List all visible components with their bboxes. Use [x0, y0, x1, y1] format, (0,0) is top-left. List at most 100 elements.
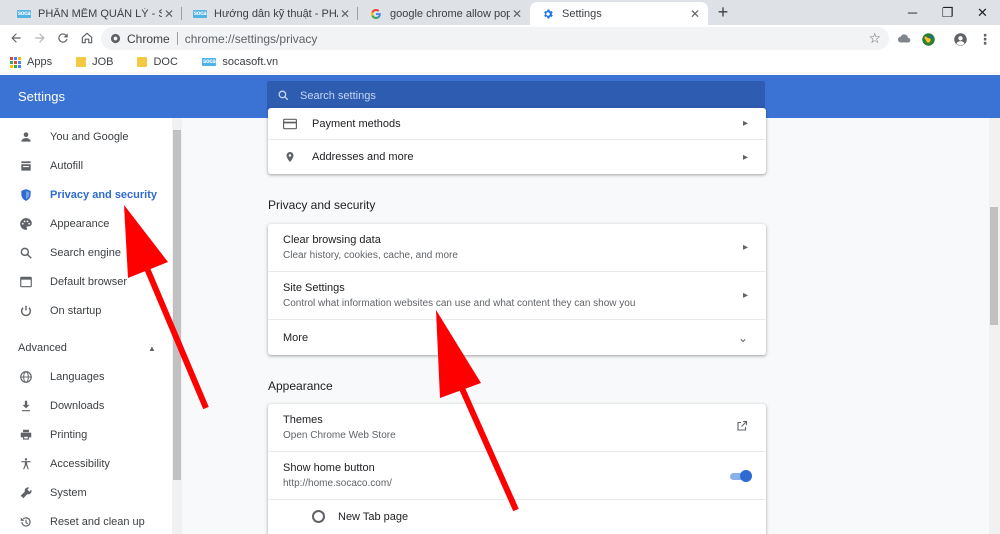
apps-grid-icon: [10, 56, 21, 68]
sidebar-advanced-toggle[interactable]: Advanced: [18, 342, 67, 354]
sidebar-item-reset-and-clean-up[interactable]: Reset and clean up: [0, 507, 170, 534]
close-window-button[interactable]: ✕: [965, 0, 1000, 25]
tab-huong-dan[interactable]: soca Hướng dẫn kỹ thuật - PHẦN MỀM ✕: [182, 2, 358, 25]
main-scrollbar-thumb[interactable]: [990, 207, 998, 325]
sidebar-item-autofill[interactable]: Autofill: [0, 151, 170, 180]
person-icon: [18, 129, 34, 145]
sidebar-item-privacy-and-security[interactable]: Privacy and security: [0, 180, 170, 209]
payment-methods-row[interactable]: Payment methods ▸: [268, 108, 766, 139]
reload-button[interactable]: [53, 28, 73, 48]
appearance-card: Themes Open Chrome Web Store Show home b…: [268, 404, 766, 534]
sidebar-item-label: System: [50, 486, 87, 499]
chevron-up-icon[interactable]: ▲: [148, 344, 156, 353]
sidebar-item-search-engine[interactable]: Search engine: [0, 238, 170, 267]
home-button[interactable]: [77, 28, 97, 48]
row-label: Themes: [283, 414, 323, 426]
minimize-button[interactable]: ─: [895, 0, 930, 25]
search-placeholder: Search settings: [300, 89, 376, 102]
tab-title: google chrome allow pop ups - G: [390, 7, 510, 20]
maximize-button[interactable]: ❐: [930, 0, 965, 25]
appearance-section-title: Appearance: [268, 379, 333, 393]
sidebar-item-label: Accessibility: [50, 457, 110, 470]
sidebar-item-label: You and Google: [50, 130, 129, 143]
sidebar-item-you-and-google[interactable]: You and Google: [0, 122, 170, 151]
credit-card-icon: [283, 118, 297, 130]
settings-sidebar: You and Google Autofill Privacy and secu…: [0, 118, 182, 534]
sidebar-scrollbar-thumb[interactable]: [173, 130, 181, 480]
folder-icon: [137, 57, 148, 67]
bookmark-label: socasoft.vn: [222, 56, 279, 68]
palette-icon: [18, 216, 34, 232]
close-icon[interactable]: ✕: [688, 7, 702, 21]
privacy-section-title: Privacy and security: [268, 198, 376, 212]
chevron-down-icon[interactable]: ⌄: [738, 331, 748, 345]
back-arrow-icon: [11, 33, 21, 43]
forward-button[interactable]: [30, 28, 50, 48]
more-row[interactable]: More ⌄: [268, 319, 766, 355]
menu-kebab-icon[interactable]: ⋮: [976, 30, 994, 48]
close-icon[interactable]: ✕: [162, 7, 176, 21]
bookmarks-bar: Apps JOB DOC soca socasoft.vn: [0, 52, 1000, 72]
globe-extension-icon[interactable]: [919, 30, 937, 48]
row-label: Payment methods: [312, 117, 401, 130]
sidebar-item-languages[interactable]: Languages: [0, 362, 170, 391]
url-text[interactable]: chrome://settings/privacy: [185, 32, 318, 46]
sidebar-item-label: Reset and clean up: [50, 515, 145, 528]
security-chip[interactable]: Chrome: [127, 32, 170, 46]
reload-icon: [58, 33, 68, 43]
close-icon[interactable]: ✕: [510, 7, 524, 21]
close-icon[interactable]: ✕: [338, 7, 352, 21]
tab-google-search[interactable]: google chrome allow pop ups - G ✕: [358, 2, 530, 25]
sidebar-item-appearance[interactable]: Appearance: [0, 209, 170, 238]
sidebar-item-system[interactable]: System: [0, 478, 170, 507]
sidebar-item-label: Default browser: [50, 275, 128, 288]
sidebar-item-printing[interactable]: Printing: [0, 420, 170, 449]
show-home-button-toggle[interactable]: [728, 469, 752, 482]
folder-icon: [76, 57, 87, 67]
bookmark-apps[interactable]: Apps: [10, 56, 52, 68]
bookmark-label: Apps: [27, 56, 53, 68]
globe-icon: [18, 369, 34, 385]
row-sublabel: Control what information websites can us…: [283, 298, 636, 309]
radio-button[interactable]: [312, 510, 325, 523]
bookmark-folder-doc[interactable]: DOC: [137, 56, 178, 68]
search-icon: [18, 245, 34, 261]
sidebar-item-accessibility[interactable]: Accessibility: [0, 449, 170, 478]
row-label: Clear browsing data: [283, 234, 381, 246]
history-icon: [18, 514, 34, 530]
toggle-knob: [740, 469, 752, 482]
tab-title: Hướng dẫn kỹ thuật - PHẦN MỀM: [214, 7, 338, 20]
main-scrollbar-track[interactable]: [989, 118, 1000, 534]
bookmark-star-icon[interactable]: ☆: [868, 30, 881, 47]
row-label: Site Settings: [283, 282, 345, 294]
addresses-row[interactable]: Addresses and more ▸: [268, 139, 766, 174]
profile-avatar-icon[interactable]: [951, 30, 969, 48]
clear-browsing-data-row[interactable]: Clear browsing data Clear history, cooki…: [268, 224, 766, 271]
show-home-button-row: Show home button http://home.socaco.com/: [268, 451, 766, 499]
back-button[interactable]: [6, 28, 26, 48]
new-tab-button[interactable]: +: [713, 2, 733, 22]
themes-row[interactable]: Themes Open Chrome Web Store: [268, 404, 766, 451]
tab-settings[interactable]: Settings ✕: [530, 2, 708, 25]
bookmark-folder-job[interactable]: JOB: [76, 56, 113, 68]
socaco-favicon: soca: [16, 9, 32, 18]
external-link-icon[interactable]: [736, 420, 748, 435]
autofill-icon: [18, 158, 34, 174]
sidebar-item-label: Printing: [50, 428, 88, 441]
sidebar-item-label: Autofill: [50, 159, 84, 172]
search-icon: [277, 89, 290, 102]
tab-title: PHẦN MỀM QUẢN LÝ - SOCACO: [38, 7, 162, 20]
address-bar[interactable]: Chrome chrome://settings/privacy ☆: [101, 27, 889, 50]
row-sublabel: Clear history, cookies, cache, and more: [283, 250, 458, 261]
sidebar-item-downloads[interactable]: Downloads: [0, 391, 170, 420]
new-tab-page-option[interactable]: New Tab page: [268, 499, 766, 533]
cloud-extension-icon[interactable]: [895, 30, 913, 48]
search-settings-input[interactable]: Search settings: [267, 81, 765, 110]
bookmark-socasoft[interactable]: soca socasoft.vn: [201, 56, 279, 68]
download-icon: [18, 398, 34, 414]
google-favicon: [368, 8, 384, 19]
site-settings-row[interactable]: Site Settings Control what information w…: [268, 271, 766, 319]
tab-socaco-software[interactable]: soca PHẦN MỀM QUẢN LÝ - SOCACO ✕: [6, 2, 182, 25]
sidebar-item-on-startup[interactable]: On startup: [0, 296, 170, 325]
sidebar-item-default-browser[interactable]: Default browser: [0, 267, 170, 296]
